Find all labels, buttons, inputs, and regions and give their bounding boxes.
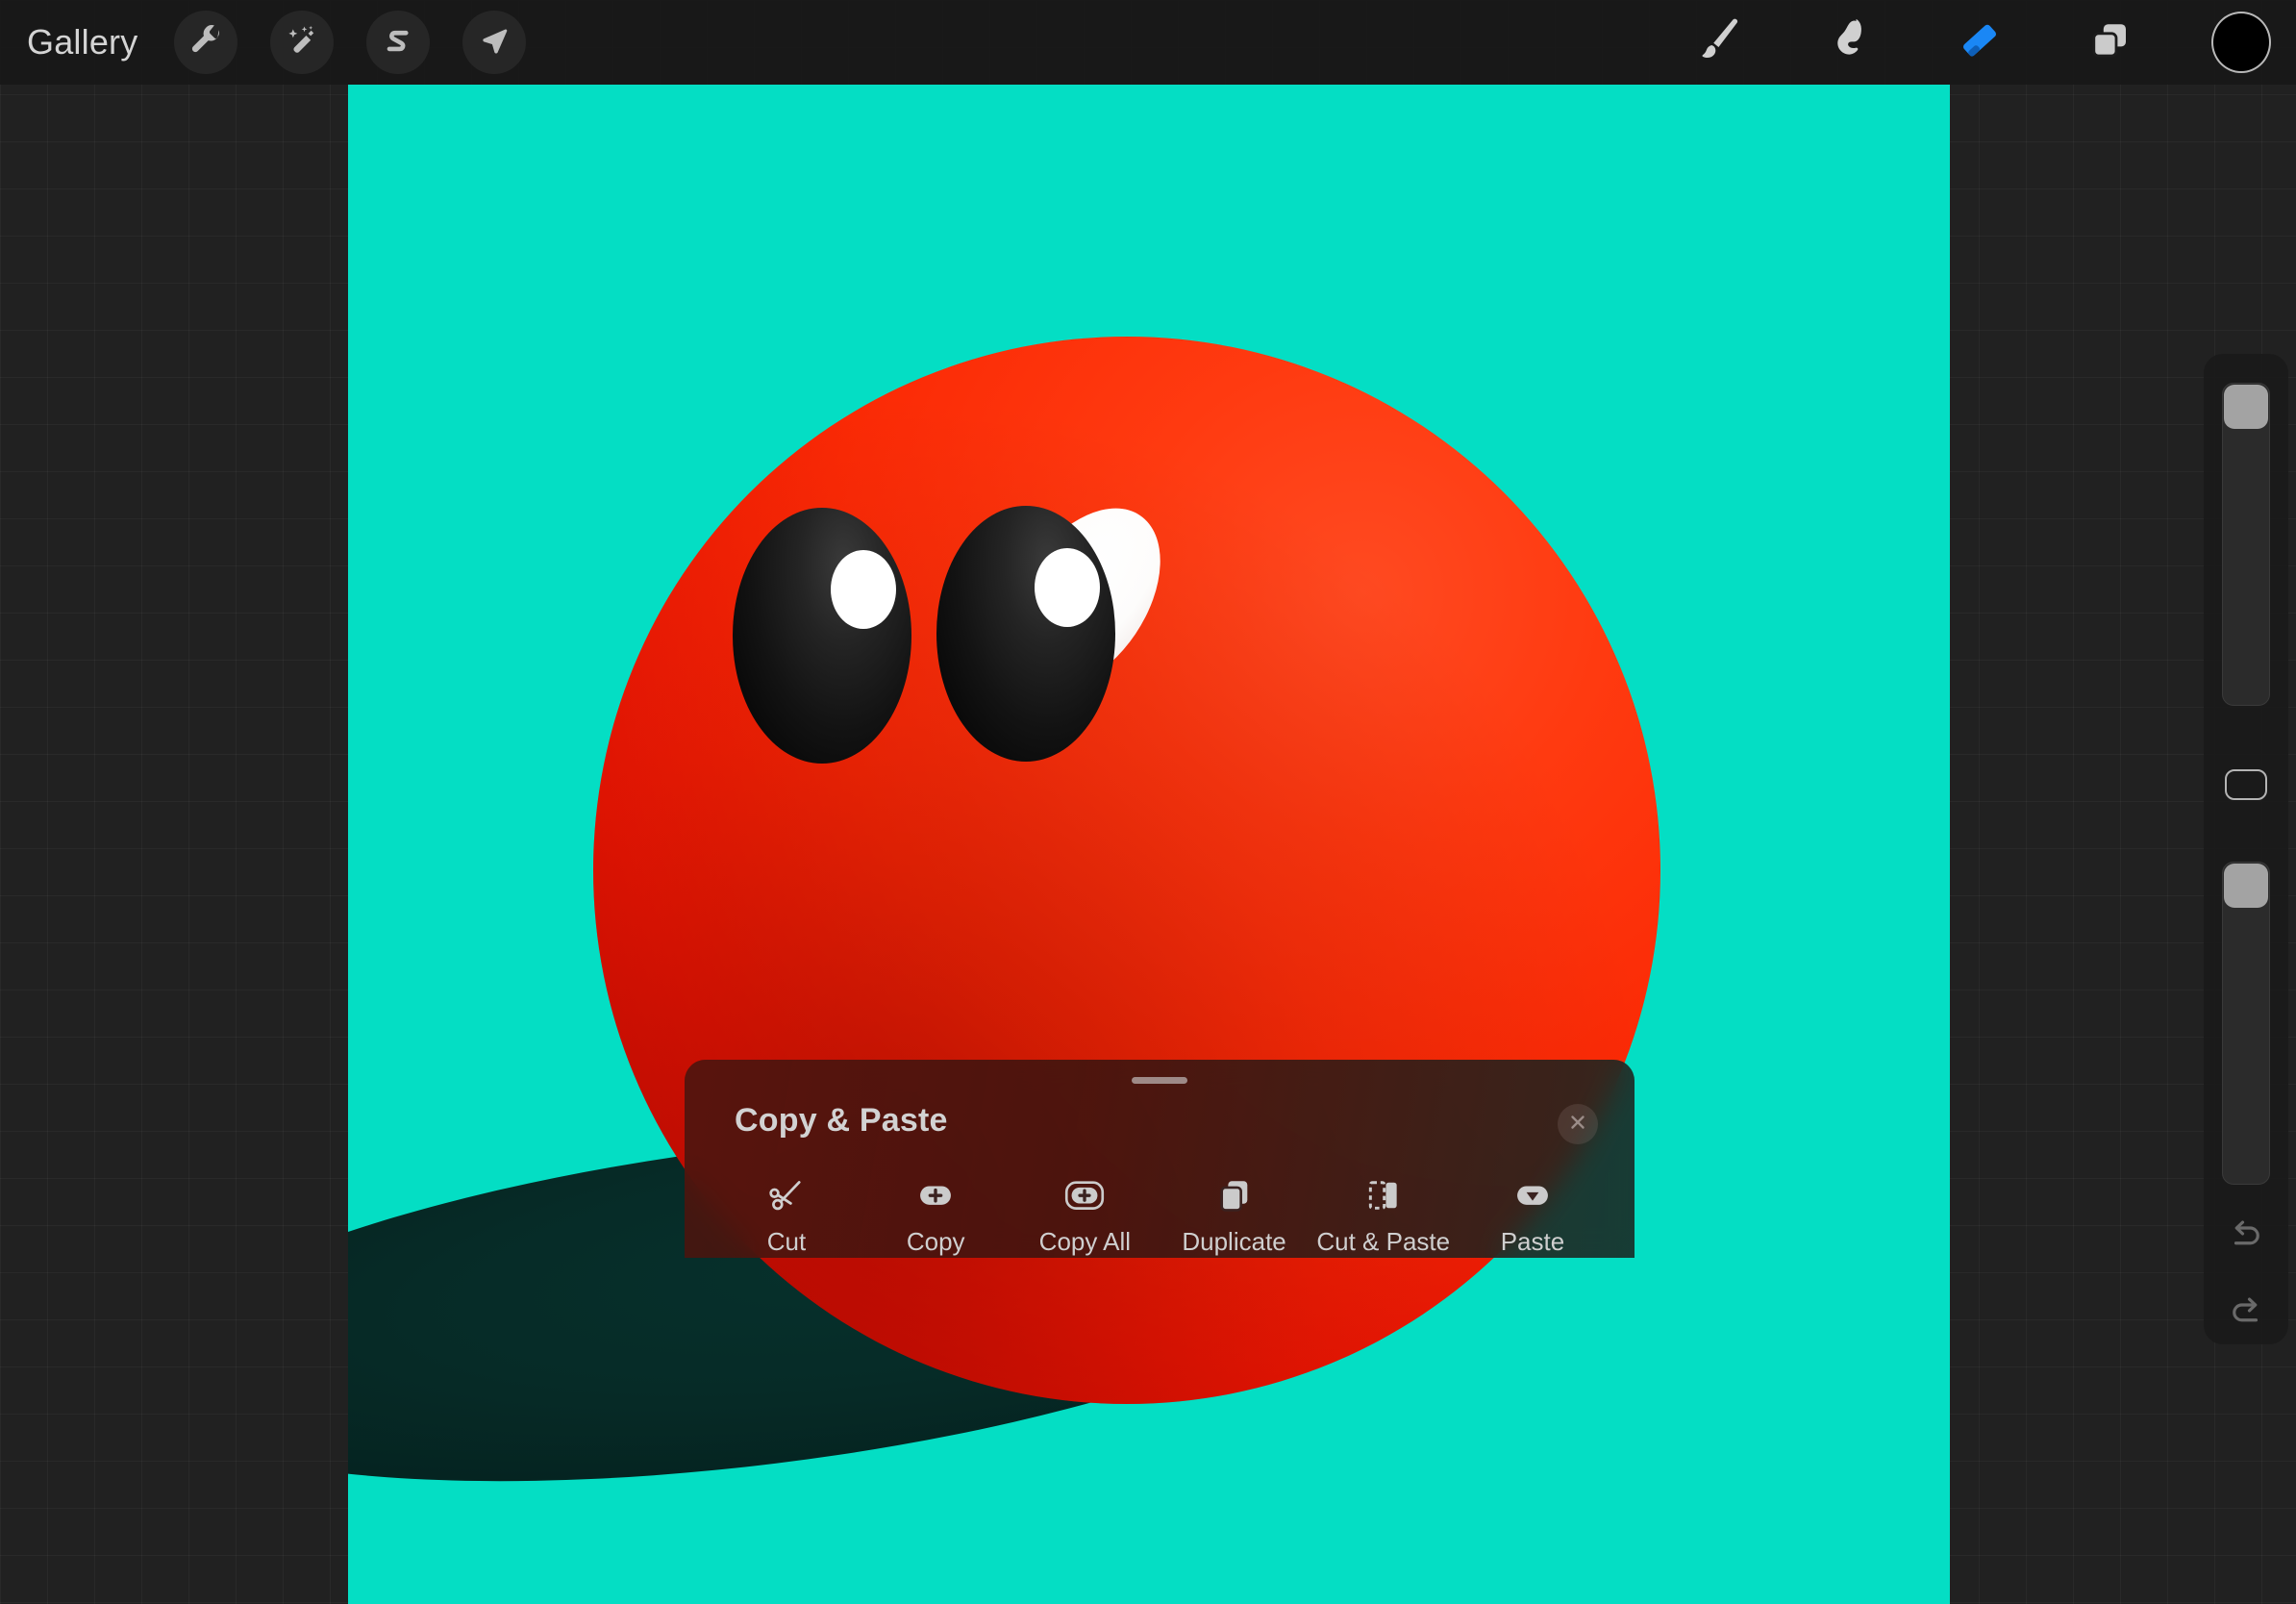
actions-button[interactable] [174,11,237,74]
copy-paste-panel[interactable]: Copy & Paste Cut [685,1060,1635,1258]
copy-label: Copy [907,1227,965,1257]
cut-paste-action[interactable]: Cut & Paste [1310,1173,1457,1257]
sidebar-controls [2204,354,2288,1344]
redo-icon [2226,1291,2266,1337]
close-icon [1567,1112,1588,1138]
selection-s-icon [381,25,415,60]
copy-plus-icon [913,1173,958,1217]
erase-tool-button[interactable] [1950,13,2009,72]
smudge-tool-button[interactable] [1819,13,1879,72]
copy-all-action[interactable]: Copy All [1011,1173,1158,1257]
wrench-icon [187,24,224,61]
brush-size-handle[interactable] [2224,385,2268,429]
eraser-icon [1954,14,2006,71]
top-toolbar: Gallery [0,0,2296,85]
layers-icon [2087,17,2134,68]
duplicate-action[interactable]: Duplicate [1161,1173,1308,1257]
selection-button[interactable] [366,11,430,74]
cut-paste-icon [1363,1173,1404,1217]
opacity-slider[interactable] [2222,862,2270,1185]
cut-paste-label: Cut & Paste [1316,1227,1450,1257]
gallery-button[interactable]: Gallery [27,22,141,63]
panel-drag-handle[interactable] [1132,1077,1187,1084]
toolbar-left-group: Gallery [27,0,526,85]
paintbrush-icon [1692,14,1744,71]
brush-size-slider[interactable] [2222,383,2270,706]
eye-right-highlight [1035,548,1100,627]
copy-action[interactable]: Copy [862,1173,1009,1257]
undo-button[interactable] [2221,1212,2271,1262]
transform-button[interactable] [462,11,526,74]
paste-action[interactable]: Paste [1460,1173,1606,1257]
layers-button[interactable] [2081,13,2140,72]
paste-label: Paste [1501,1227,1565,1257]
scissors-icon [765,1173,808,1217]
eye-left-highlight [831,550,896,629]
magic-wand-icon [284,24,320,61]
panel-close-button[interactable] [1558,1104,1598,1144]
panel-actions: Cut Copy [713,1173,1606,1257]
artwork-canvas[interactable] [348,85,1950,1604]
cut-action[interactable]: Cut [713,1173,860,1257]
paint-tool-button[interactable] [1688,13,1748,72]
redo-button[interactable] [2221,1289,2271,1339]
undo-icon [2226,1215,2266,1260]
color-button[interactable] [2211,13,2271,72]
transform-arrow-icon [477,25,512,60]
opacity-handle[interactable] [2224,864,2268,908]
paste-triangle-icon [1510,1173,1555,1217]
eye-left [733,508,911,764]
cut-label: Cut [767,1227,806,1257]
duplicate-pages-icon [1214,1173,1255,1217]
copy-all-label: Copy All [1039,1227,1131,1257]
procreate-app: Gallery [0,0,2296,1604]
color-swatch-icon [2211,12,2271,73]
eye-right [936,506,1115,762]
panel-title: Copy & Paste [735,1102,948,1140]
adjustments-button[interactable] [270,11,334,74]
toolbar-right-group [1688,0,2271,85]
smudge-finger-icon [1825,16,1873,69]
modify-button[interactable] [2225,769,2267,800]
copy-all-plus-icon [1062,1173,1107,1217]
duplicate-label: Duplicate [1182,1227,1285,1257]
